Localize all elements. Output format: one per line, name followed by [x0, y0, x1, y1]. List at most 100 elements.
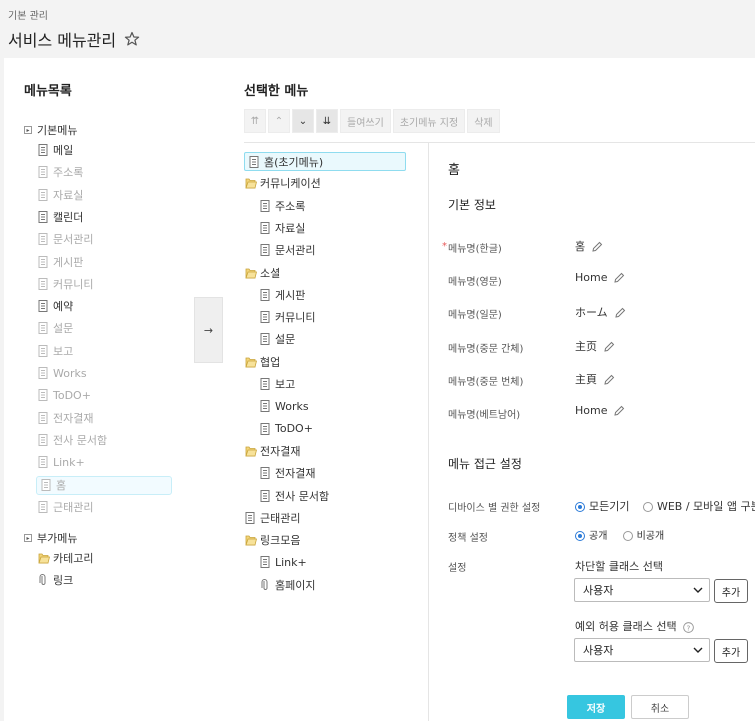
page-icon	[38, 166, 48, 179]
selected-menu-item[interactable]: 협업	[245, 353, 280, 371]
device-split-radio[interactable]	[642, 502, 653, 512]
selected-menu-item[interactable]: 홈페이지	[260, 576, 315, 594]
menu-list-item[interactable]: 주소록	[38, 163, 83, 181]
menu-name-text: Home	[575, 404, 608, 417]
block-class-value: 사용자	[583, 584, 614, 597]
menu-list-item[interactable]: 카테고리	[38, 549, 93, 567]
menu-list-item[interactable]: Works	[38, 364, 87, 382]
expand-icon[interactable]: ▸	[24, 534, 32, 542]
selected-menu-item[interactable]: 설문	[260, 330, 295, 348]
selected-menu-item[interactable]: Works	[260, 397, 309, 415]
tree-item-label: 게시판	[275, 288, 306, 302]
block-class-add-button[interactable]: 추가	[714, 579, 748, 603]
pencil-icon[interactable]	[613, 405, 625, 417]
page-icon	[38, 344, 48, 357]
menu-list-item[interactable]: 설문	[38, 319, 73, 337]
menu-name-label: 메뉴명(베트남어)	[448, 410, 521, 421]
menu-list-item[interactable]: 링크	[38, 571, 73, 589]
menu-list-item[interactable]: Link+	[38, 453, 85, 471]
folder-icon	[245, 356, 258, 368]
tree-item-label: 전자결재	[260, 444, 301, 458]
pencil-icon[interactable]	[613, 272, 625, 284]
menu-list-item[interactable]: 자료실	[38, 186, 83, 204]
tree-item-label: 커뮤니티	[275, 311, 316, 325]
selected-menu-item[interactable]: 전자결재	[260, 464, 315, 482]
policy-public-radio[interactable]	[575, 531, 585, 541]
menu-list-item[interactable]: 보고	[38, 342, 73, 360]
tree-group-label: 기본메뉴	[37, 124, 78, 137]
menu-list-item[interactable]: ToDO+	[38, 386, 91, 404]
page-icon	[260, 333, 270, 346]
selected-menu-item[interactable]: 자료실	[260, 219, 305, 237]
move-top-button[interactable]: ⇈	[244, 109, 266, 133]
device-all-radio[interactable]	[575, 502, 585, 512]
policy-radio-group: 공개 비공개	[575, 527, 664, 542]
tree-item-label: 커뮤니티	[53, 277, 94, 291]
block-class-select[interactable]: 사용자	[574, 578, 710, 602]
page-icon	[260, 422, 270, 435]
menu-list-item[interactable]: 게시판	[38, 253, 83, 271]
selected-menu-item[interactable]: 게시판	[260, 286, 305, 304]
pencil-icon[interactable]	[603, 341, 615, 353]
selected-menu-item[interactable]: 커뮤니티	[260, 308, 315, 326]
menu-list-item[interactable]: 커뮤니티	[38, 275, 93, 293]
tree-item-label: 커뮤니케이션	[260, 177, 321, 191]
menu-list-item[interactable]: 메일	[38, 141, 73, 159]
selected-menu-item[interactable]: 근태관리	[245, 509, 300, 527]
pencil-icon[interactable]	[603, 374, 615, 386]
page-icon	[38, 433, 48, 446]
page-icon	[245, 511, 255, 524]
selected-menu-item[interactable]: 링크모음	[245, 531, 300, 549]
move-right-button[interactable]: →	[194, 297, 223, 363]
menu-name-value: 홈	[575, 238, 603, 254]
selected-menu-item[interactable]: 홈(초기메뉴)	[244, 152, 406, 171]
tree-item-label: 문서관리	[275, 244, 316, 258]
delete-button[interactable]: 삭제	[467, 109, 500, 133]
allow-class-add-button[interactable]: 추가	[714, 639, 748, 663]
page-icon	[260, 244, 270, 257]
set-initial-menu-button[interactable]: 초기메뉴 지정	[392, 109, 466, 133]
selected-menu-item[interactable]: 문서관리	[260, 241, 315, 259]
move-bottom-button[interactable]: ⇊	[316, 109, 338, 133]
basic-info-title: 기본 정보	[448, 198, 496, 212]
move-up-button[interactable]: ⌃	[268, 109, 290, 133]
svg-text:?: ?	[687, 623, 691, 632]
folder-icon	[38, 552, 51, 564]
tree-item-label: 링크	[53, 574, 74, 587]
move-down-button[interactable]: ⌄	[292, 109, 314, 133]
menu-list-item[interactable]: 전자결재	[38, 409, 93, 427]
menu-list-item[interactable]: 홈	[36, 475, 172, 495]
selected-menu-item[interactable]: 소셜	[245, 264, 280, 282]
indent-button[interactable]: 들여쓰기	[340, 109, 391, 133]
selected-menu-item[interactable]: ToDO+	[260, 420, 313, 438]
help-icon[interactable]: ?	[683, 621, 694, 633]
tree-group-basic[interactable]: ▸ 기본메뉴	[24, 121, 77, 139]
save-button[interactable]: 저장	[567, 695, 625, 719]
menu-list-item[interactable]: 문서관리	[38, 230, 93, 248]
tree-item-label: Works	[275, 399, 309, 413]
menu-name-value: Home	[575, 404, 625, 417]
menu-name-text: ホーム	[575, 306, 608, 320]
expand-icon[interactable]: ▸	[24, 126, 32, 134]
selected-menu-item[interactable]: 주소록	[260, 197, 305, 215]
tree-group-extra[interactable]: ▸ 부가메뉴	[24, 529, 77, 547]
selected-menu-item[interactable]: 전자결재	[245, 442, 300, 460]
selected-menu-item[interactable]: 보고	[260, 375, 295, 393]
selected-menu-item[interactable]: Link+	[260, 553, 307, 571]
toolbar-divider	[244, 142, 755, 143]
star-icon[interactable]	[124, 31, 140, 47]
selected-menu-item[interactable]: 커뮤니케이션	[245, 174, 321, 192]
menu-list-item[interactable]: 전사 문서함	[38, 431, 107, 449]
menu-list-item[interactable]: 근태관리	[38, 498, 93, 516]
policy-private-radio[interactable]	[622, 531, 633, 541]
menu-list-item[interactable]: 예약	[38, 297, 73, 315]
chevron-down-icon	[693, 587, 703, 593]
allow-class-select[interactable]: 사용자	[574, 638, 710, 662]
menu-list-item[interactable]: 캘린더	[38, 208, 83, 226]
tree-item-label: 설문	[53, 322, 74, 336]
cancel-button[interactable]: 취소	[631, 695, 689, 719]
page-icon	[260, 556, 270, 569]
selected-menu-item[interactable]: 전사 문서함	[260, 487, 329, 505]
pencil-icon[interactable]	[614, 307, 626, 319]
pencil-icon[interactable]	[591, 241, 603, 253]
